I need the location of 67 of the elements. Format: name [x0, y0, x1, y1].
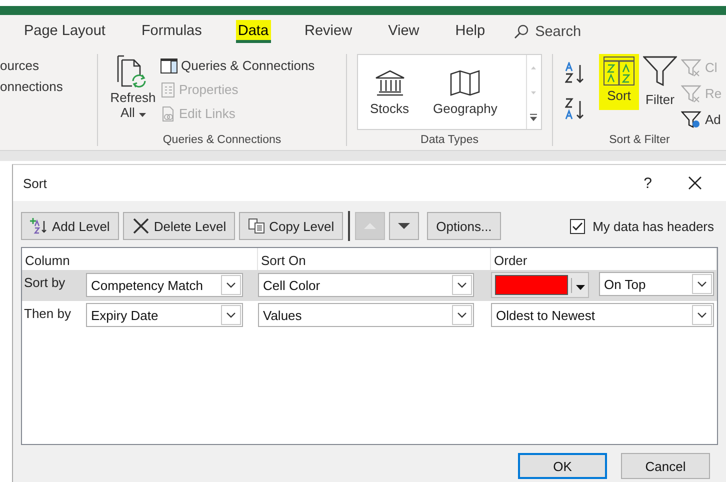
- ribbon-tab[interactable]: Page Layout: [22, 20, 108, 43]
- close-icon: [132, 217, 150, 235]
- dialog-title: Sort: [23, 176, 48, 190]
- position-dropdown[interactable]: On Top: [599, 272, 714, 296]
- caret-icon: [138, 113, 146, 117]
- panel-icon: [160, 58, 178, 74]
- column-dropdown[interactable]: Competency Match: [86, 273, 243, 297]
- delete-level-button[interactable]: Delete Level: [122, 212, 236, 240]
- data-type-button[interactable]: Geography: [421, 55, 510, 129]
- copy-level-button[interactable]: Copy Level: [239, 212, 344, 240]
- chevron-down-icon: [226, 312, 236, 318]
- options-button[interactable]: Options...: [427, 212, 501, 240]
- filter-button[interactable]: Filter: [639, 54, 681, 132]
- funnel-icon: [643, 56, 677, 86]
- filter-icon: [681, 111, 703, 129]
- refresh-all-button[interactable]: Refresh All: [106, 54, 160, 132]
- check-icon: [572, 222, 583, 230]
- sort-button[interactable]: Sort: [599, 54, 639, 110]
- copy-icon: [248, 218, 266, 234]
- triangle-down-icon: [576, 284, 585, 290]
- color-picker[interactable]: [491, 272, 589, 298]
- close-button[interactable]: [688, 176, 702, 190]
- chevron-down-icon: [457, 312, 467, 318]
- ribbon-tab[interactable]: Review: [302, 20, 354, 43]
- bank-icon: [374, 68, 406, 96]
- ribbon-item[interactable]: Queries & Connections: [160, 56, 315, 76]
- add-sort-icon: [30, 217, 48, 235]
- close-icon: [688, 176, 702, 190]
- move-down-button[interactable]: [389, 212, 420, 240]
- level-label: Then by: [24, 305, 72, 321]
- triangle-down-icon: [397, 222, 412, 230]
- ok-button[interactable]: OK: [518, 453, 607, 479]
- add-level-button[interactable]: Add Level: [21, 212, 119, 240]
- level-label: Sort by: [24, 274, 66, 290]
- chevron-down-icon: [697, 281, 707, 287]
- search-label[interactable]: Search: [535, 24, 582, 40]
- ribbon-item[interactable]: Ad: [681, 110, 722, 130]
- map-icon: [449, 68, 482, 96]
- checkbox[interactable]: [570, 218, 585, 234]
- group-label: Data Types: [420, 133, 480, 146]
- column-dropdown[interactable]: Expiry Date: [86, 303, 243, 327]
- sort-on-dropdown[interactable]: Cell Color: [258, 273, 474, 297]
- group-label: Queries & Connections: [162, 133, 282, 146]
- order-dropdown[interactable]: Oldest to Newest: [491, 303, 714, 327]
- ribbon-item[interactable]: ources: [0, 58, 40, 73]
- help-button[interactable]: ?: [644, 174, 652, 192]
- ribbon-tab[interactable]: Formulas: [139, 20, 204, 43]
- cancel-button[interactable]: Cancel: [621, 453, 710, 479]
- linked-document-icon: [160, 106, 176, 122]
- sort-on-dropdown[interactable]: Values: [258, 303, 474, 327]
- group-label: Sort & Filter: [608, 133, 671, 146]
- sort-level-row[interactable]: Then by Expiry Date Values Oldest to Newest: [22, 301, 717, 330]
- chevron-down-icon: [697, 312, 707, 318]
- chevron-down-icon: [457, 282, 467, 288]
- ribbon-tab[interactable]: Data: [236, 20, 271, 43]
- chevron-down-icon: [226, 282, 236, 288]
- headers-checkbox[interactable]: My data has headers: [570, 218, 714, 234]
- ribbon-item[interactable]: onnections: [0, 79, 63, 94]
- properties-icon: [160, 82, 176, 98]
- filter-icon: [681, 85, 703, 103]
- search-icon: [513, 24, 530, 40]
- filter-icon: [681, 59, 703, 77]
- sort-level-row[interactable]: Sort by Competency Match Cell Color On Top: [22, 270, 717, 301]
- sort-grid-icon: [603, 56, 635, 86]
- ribbon-tab[interactable]: View: [386, 20, 422, 43]
- data-type-button[interactable]: Stocks: [358, 55, 422, 129]
- ribbon-tab[interactable]: Help: [453, 20, 488, 43]
